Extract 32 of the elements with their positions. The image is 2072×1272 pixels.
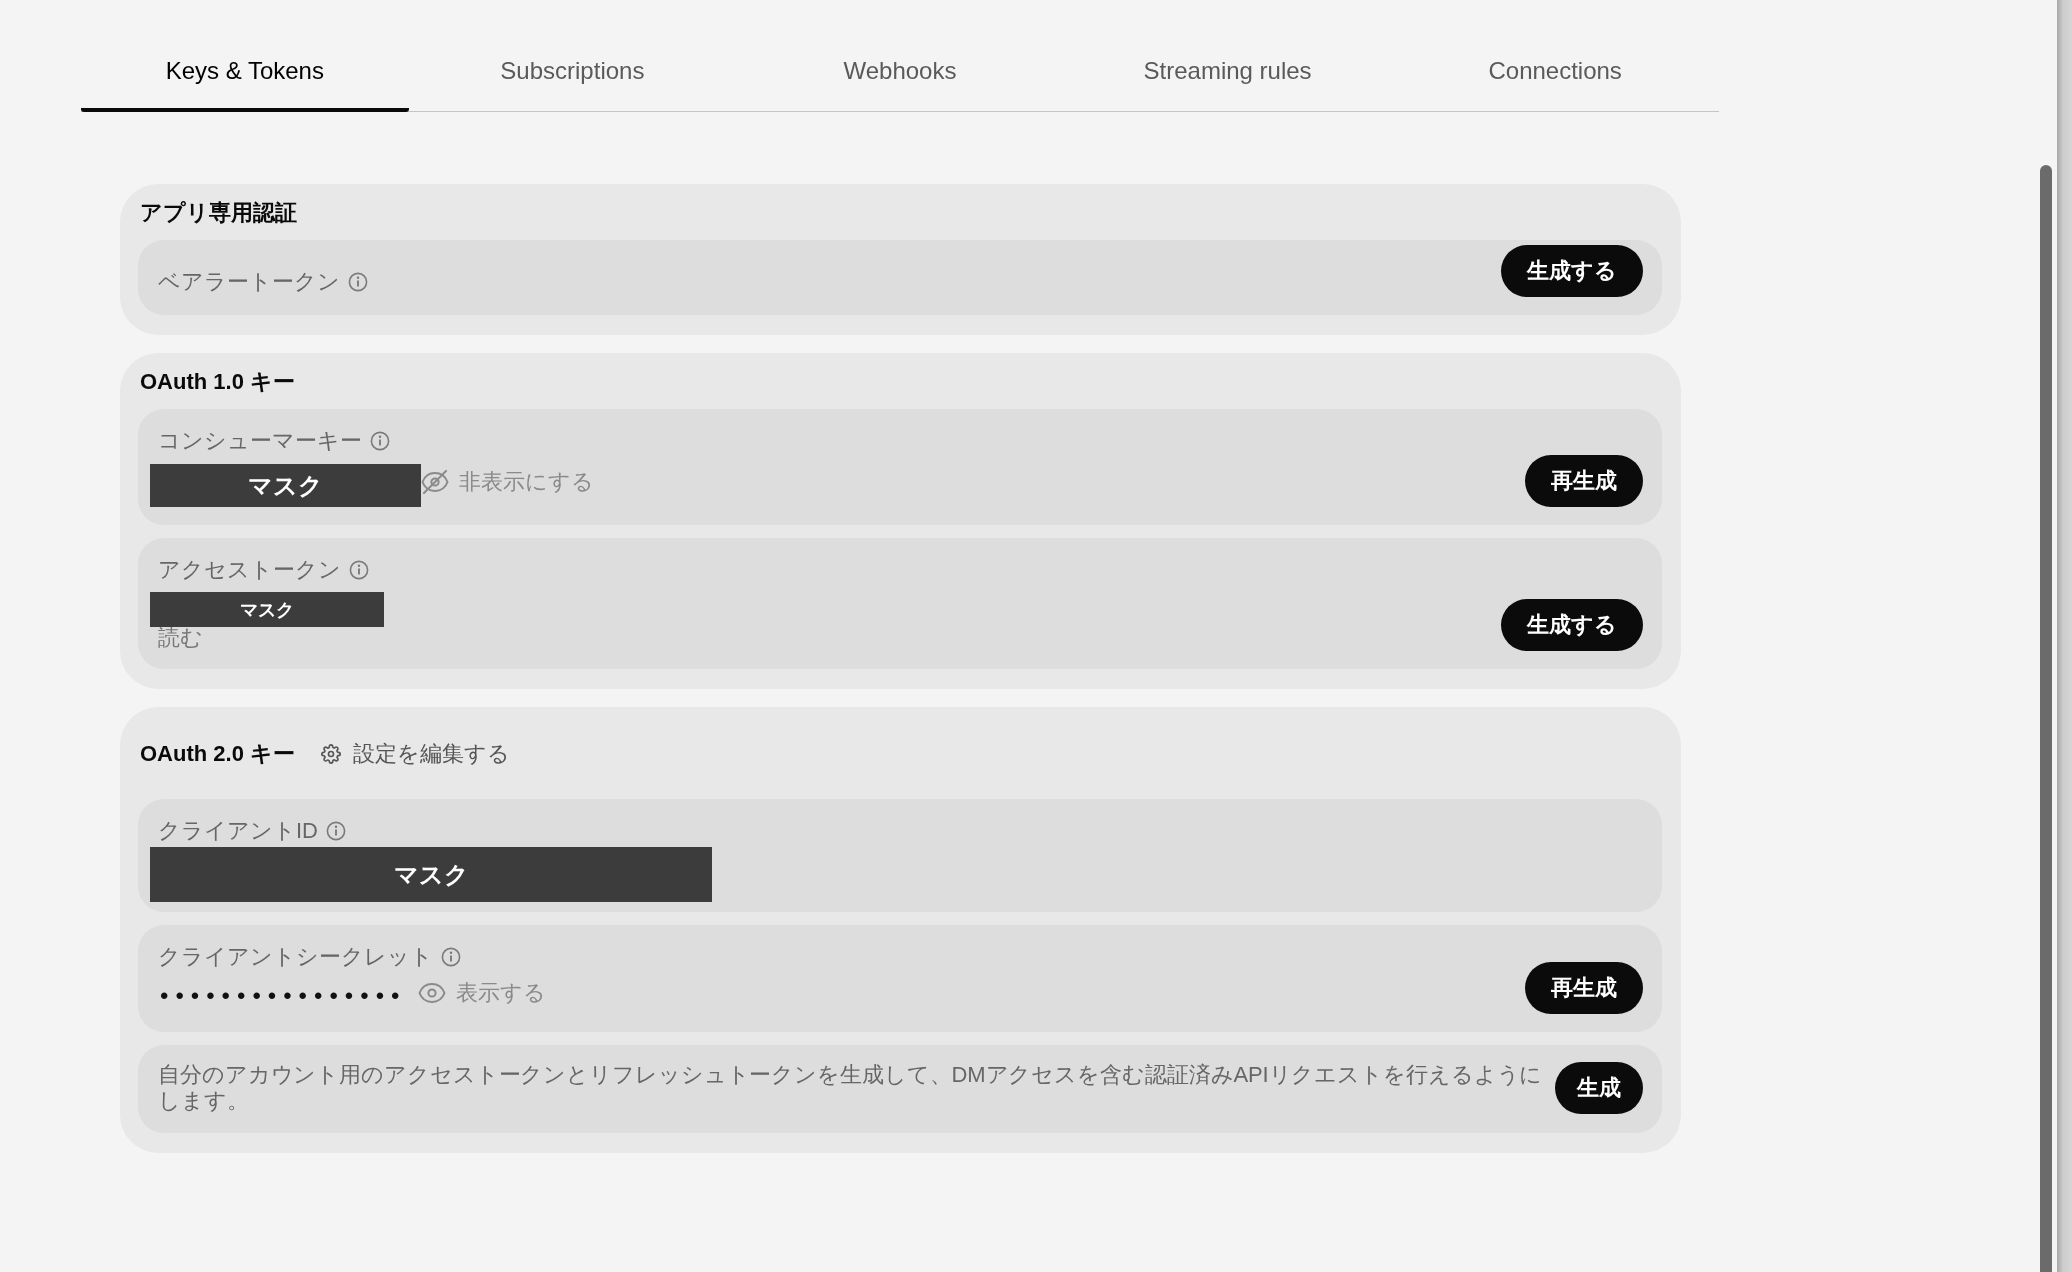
field-label: ベアラートークン bbox=[158, 268, 340, 296]
description-text: 自分のアカウント用のアクセストークンとリフレッシュトークンを生成して、DMアクセスを含む認証済みAPIリクエストを行えるようにします。 bbox=[158, 1062, 1544, 1114]
action-button[interactable]: 再生成 bbox=[1525, 962, 1643, 1014]
info-icon[interactable] bbox=[348, 272, 368, 292]
tab[interactable]: Keys & Tokens bbox=[81, 36, 409, 112]
permission-text: 読む bbox=[158, 625, 203, 651]
action-button[interactable]: 再生成 bbox=[1525, 455, 1643, 507]
action-button[interactable]: 生成 bbox=[1555, 1062, 1643, 1114]
field-label: クライアントシークレット bbox=[158, 943, 433, 971]
info-icon[interactable] bbox=[349, 560, 369, 580]
tab[interactable]: Connections bbox=[1391, 36, 1719, 112]
tab[interactable]: Subscriptions bbox=[408, 36, 737, 112]
tab[interactable]: Webhooks bbox=[736, 36, 1064, 112]
info-icon[interactable] bbox=[441, 947, 461, 967]
section-title: OAuth 2.0 キー bbox=[140, 740, 295, 768]
settings-link[interactable]: 設定を編集する bbox=[315, 721, 516, 787]
secret-value: •••••••••••••••• bbox=[160, 981, 407, 1011]
masked-value: マスク bbox=[150, 592, 384, 627]
field-label: コンシューマーキー bbox=[158, 427, 362, 455]
field-label: クライアントID bbox=[158, 817, 318, 845]
section-title: OAuth 1.0 キー bbox=[140, 368, 295, 396]
gear-icon bbox=[321, 744, 341, 764]
tab[interactable]: Streaming rules bbox=[1063, 36, 1392, 112]
action-button[interactable]: 生成する bbox=[1501, 599, 1643, 651]
section-title: アプリ専用認証 bbox=[140, 199, 297, 227]
masked-value: マスク bbox=[150, 464, 421, 507]
field-label: アクセストークン bbox=[158, 556, 341, 584]
info-icon[interactable] bbox=[326, 821, 346, 841]
info-icon[interactable] bbox=[370, 431, 390, 451]
scrollbar-thumb[interactable] bbox=[2040, 165, 2052, 1272]
masked-value: マスク bbox=[150, 847, 712, 902]
action-button[interactable]: 生成する bbox=[1501, 245, 1643, 297]
